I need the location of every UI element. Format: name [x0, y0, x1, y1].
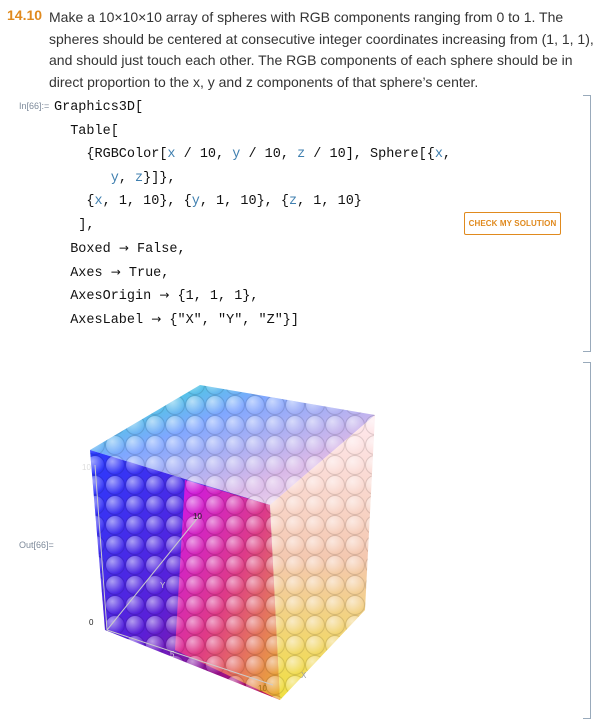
code-line-6: ], — [54, 214, 451, 238]
code-line-5: {x, 1, 10}, {y, 1, 10}, {z, 1, 10} — [54, 190, 451, 214]
code-seg: , — [442, 147, 452, 162]
code-line-9: AxesOrigin → {1, 1, 1}, — [54, 284, 451, 308]
code-seg: True, — [120, 265, 170, 281]
code-seg: , 1, 10}, { — [199, 194, 289, 209]
code-var-y: y — [191, 194, 200, 209]
code-seg: / 10], Sphere[{ — [305, 147, 435, 162]
code-var-y: y — [110, 170, 119, 186]
axis-label-x: X — [301, 671, 307, 680]
code-seg: { — [86, 194, 95, 209]
code-seg: {"X", "Y", "Z"}] — [161, 312, 300, 328]
code-seg: {1, 1, 1}, — [169, 289, 259, 304]
code-var-z: z — [297, 147, 306, 162]
input-label: In[66]:= — [19, 101, 50, 111]
output-cell-bracket[interactable] — [583, 362, 591, 719]
code-seg: , 1, 10} — [297, 194, 362, 209]
code-seg: ], — [78, 217, 95, 233]
sphere-cube-graphic[interactable]: 10 10 0 5 10 Y X — [65, 375, 395, 705]
code-var-x: x — [434, 147, 443, 162]
exercise-text: Make a 10×10×10 array of spheres with RG… — [49, 9, 594, 90]
code-line-2: Table[ — [54, 120, 451, 144]
code-seg: False, — [128, 242, 186, 257]
code-var-x: x — [94, 194, 103, 209]
rule-arrow-icon: → — [151, 311, 162, 326]
code-line-4: y, z}]}, — [54, 167, 451, 191]
code-seg: }]}, — [143, 170, 176, 186]
code-seg: , 1, 10}, { — [102, 194, 192, 209]
input-cell-bracket[interactable] — [583, 95, 591, 352]
code-rgb: {RGBColor[ — [86, 147, 168, 162]
code-var-z: z — [288, 194, 298, 209]
code-seg: AxesOrigin — [70, 289, 160, 304]
code-var-z: z — [135, 170, 144, 186]
code-seg: , — [118, 170, 136, 186]
code-seg: Boxed — [70, 242, 119, 257]
code-seg: / 10, — [175, 147, 233, 162]
rule-arrow-icon: → — [159, 288, 170, 302]
rule-arrow-icon: → — [110, 264, 121, 279]
code-line-7: Boxed → False, — [54, 237, 451, 261]
code-head: Graphics3D[ — [54, 100, 144, 115]
code-seg: / 10, — [240, 147, 298, 162]
code-seg: Axes — [70, 265, 111, 281]
axis-tick: 10 — [193, 512, 202, 521]
code-line-8: Axes → True, — [54, 261, 451, 285]
code-input[interactable]: Graphics3D[ Table[ {RGBColor[x / 10, y /… — [54, 96, 451, 331]
axis-tick: 5 — [170, 650, 175, 659]
code-line-1: Graphics3D[ — [54, 96, 451, 120]
output-label: Out[66]= — [19, 540, 54, 550]
code-var-x: x — [167, 147, 176, 162]
rule-arrow-icon: → — [118, 241, 129, 255]
axis-label-y: Y — [160, 581, 166, 590]
axis-tick: 0 — [89, 618, 94, 627]
axis-tick: 10 — [258, 684, 267, 693]
check-solution-button[interactable]: CHECK MY SOLUTION — [464, 212, 561, 235]
code-line-10: AxesLabel → {"X", "Y", "Z"}] — [54, 308, 451, 332]
code-table: Table[ — [70, 123, 119, 139]
axis-tick: 10 — [82, 463, 91, 472]
code-seg: AxesLabel — [70, 312, 152, 328]
code-line-3: {RGBColor[x / 10, y / 10, z / 10], Spher… — [54, 143, 451, 167]
exercise-number: 14.10 — [7, 7, 43, 23]
